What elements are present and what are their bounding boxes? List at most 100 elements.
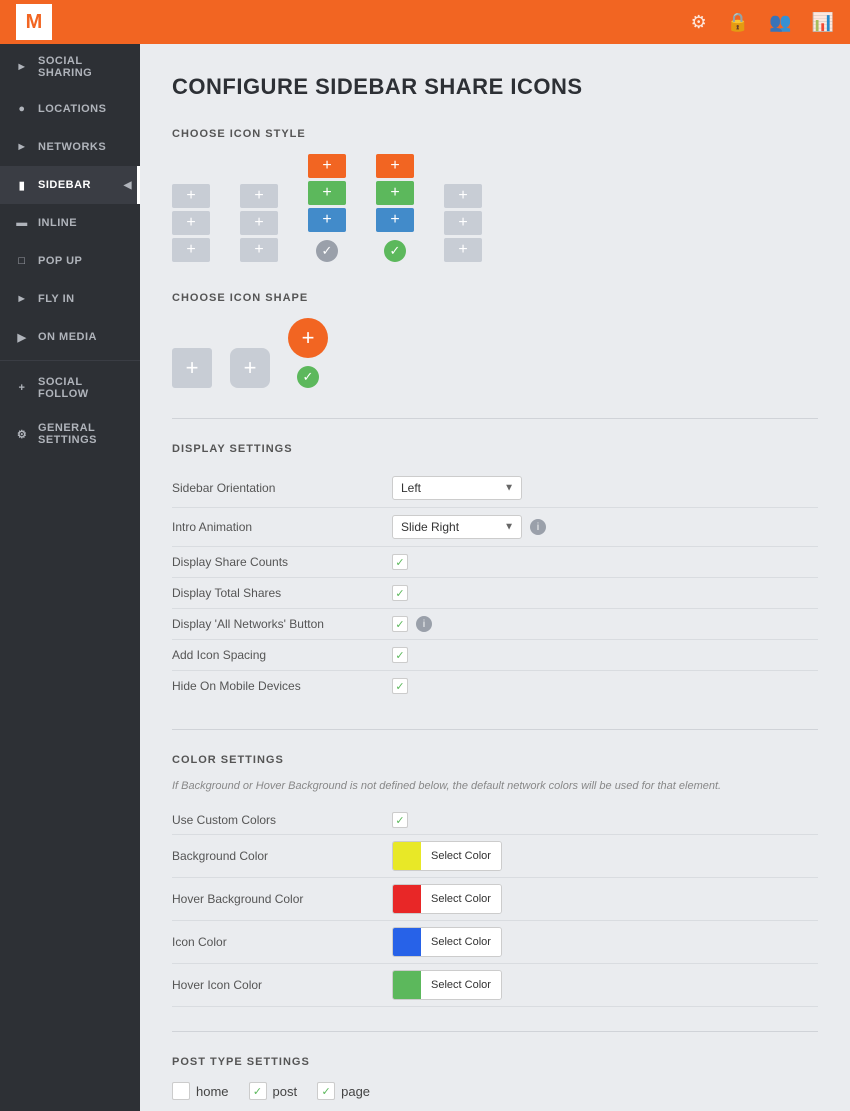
use-custom-checkbox[interactable]: ✓ bbox=[392, 812, 408, 828]
sidebar-item-social-follow[interactable]: + Social Follow bbox=[0, 365, 140, 411]
media-icon: ▶ bbox=[14, 329, 30, 345]
sidebar-item-label: On Media bbox=[38, 331, 97, 343]
icon-btn: + bbox=[240, 184, 278, 208]
users-icon[interactable]: 👥 bbox=[769, 12, 791, 33]
sidebar-item-locations[interactable]: ● Locations bbox=[0, 90, 140, 128]
sidebar-item-on-media[interactable]: ▶ On Media bbox=[0, 318, 140, 356]
layout: ► Social Sharing ● Locations ► Networks … bbox=[0, 44, 850, 1111]
icon-btn: + bbox=[376, 181, 414, 205]
icon-color-picker[interactable]: Select Color bbox=[392, 927, 502, 957]
hover-bg-text: Select Color bbox=[421, 885, 501, 913]
network-icon: ► bbox=[14, 139, 30, 155]
icon-style-5[interactable]: + + + bbox=[444, 184, 482, 262]
color-row-hover-bg: Hover Background Color Select Color bbox=[172, 878, 818, 921]
shape-item-1[interactable]: + bbox=[172, 348, 212, 388]
post-type-settings-label: POST TYPE SETTINGS bbox=[172, 1056, 818, 1068]
hide-mobile-label: Hide On Mobile Devices bbox=[172, 679, 392, 693]
animation-info-icon[interactable]: i bbox=[530, 519, 546, 535]
sidebar-item-label: Inline bbox=[38, 217, 77, 229]
icon-stack-3: + + + bbox=[308, 154, 346, 232]
page-checkbox[interactable]: ✓ bbox=[317, 1082, 335, 1100]
icon-stack-5: + + + bbox=[444, 184, 482, 262]
sidebar-item-label: Social Follow bbox=[38, 376, 126, 400]
icon-color-text: Select Color bbox=[421, 928, 501, 956]
hover-bg-color-picker[interactable]: Select Color bbox=[392, 884, 502, 914]
shape-circle-btn: + bbox=[288, 318, 328, 358]
sidebar-item-label: Social Sharing bbox=[38, 55, 126, 79]
sidebar-icon: ▮ bbox=[14, 177, 30, 193]
icon-btn: + bbox=[172, 211, 210, 235]
orientation-dropdown-wrapper: Left Right ▼ bbox=[392, 476, 522, 500]
post-label: post bbox=[273, 1084, 298, 1099]
icon-btn: + bbox=[444, 184, 482, 208]
sidebar-item-general-settings[interactable]: ⚙ General Settings bbox=[0, 411, 140, 457]
post-checkbox[interactable]: ✓ bbox=[249, 1082, 267, 1100]
icon-btn: + bbox=[376, 154, 414, 178]
header-icons: ⚙ 🔒 👥 📊 bbox=[691, 12, 834, 33]
share-counts-checkbox[interactable]: ✓ bbox=[392, 554, 408, 570]
sidebar-item-inline[interactable]: ▬ Inline bbox=[0, 204, 140, 242]
post-type-post[interactable]: ✓ post bbox=[249, 1082, 298, 1100]
section-divider-3 bbox=[172, 1031, 818, 1032]
shape-item-2[interactable]: + bbox=[230, 348, 270, 388]
sidebar-item-popup[interactable]: □ Pop Up bbox=[0, 242, 140, 280]
icon-style-2[interactable]: + + + bbox=[240, 184, 278, 262]
sidebar-item-label: Locations bbox=[38, 103, 106, 115]
post-type-home[interactable]: home bbox=[172, 1082, 229, 1100]
page-title: CONFIGURE SIDEBAR SHARE ICONS bbox=[172, 74, 818, 100]
share-counts-control: ✓ bbox=[392, 554, 408, 570]
icon-shape-grid: + + + ✓ bbox=[172, 318, 818, 388]
sidebar-item-networks[interactable]: ► Networks bbox=[0, 128, 140, 166]
icon-style-3[interactable]: + + + ✓ bbox=[308, 154, 346, 262]
sidebar-divider bbox=[0, 360, 140, 361]
color-row-bg: Background Color Select Color bbox=[172, 835, 818, 878]
hide-mobile-checkbox[interactable]: ✓ bbox=[392, 678, 408, 694]
icon-spacing-control: ✓ bbox=[392, 647, 408, 663]
all-networks-checkbox[interactable]: ✓ bbox=[392, 616, 408, 632]
animation-dropdown-wrapper: Slide Right Slide Left Fade In None ▼ bbox=[392, 515, 522, 539]
settings-row-hide-mobile: Hide On Mobile Devices ✓ bbox=[172, 671, 818, 701]
icon-style-4[interactable]: + + + ✓ bbox=[376, 154, 414, 262]
sidebar-item-sidebar[interactable]: ▮ Sidebar ◀ bbox=[0, 166, 140, 204]
bg-color-text: Select Color bbox=[421, 842, 501, 870]
settings-row-all-networks: Display 'All Networks' Button ✓ i bbox=[172, 609, 818, 640]
sidebar-item-social-sharing[interactable]: ► Social Sharing bbox=[0, 44, 140, 90]
orientation-select[interactable]: Left Right bbox=[392, 476, 522, 500]
all-networks-info-icon[interactable]: i bbox=[416, 616, 432, 632]
hide-mobile-control: ✓ bbox=[392, 678, 408, 694]
settings-row-animation: Intro Animation Slide Right Slide Left F… bbox=[172, 508, 818, 547]
home-checkbox[interactable] bbox=[172, 1082, 190, 1100]
icon-spacing-label: Add Icon Spacing bbox=[172, 648, 392, 662]
animation-label: Intro Animation bbox=[172, 520, 392, 534]
icon-btn: + bbox=[308, 154, 346, 178]
lock-icon[interactable]: 🔒 bbox=[727, 12, 749, 33]
check-badge-green: ✓ bbox=[384, 240, 406, 262]
color-settings-label: COLOR SETTINGS bbox=[172, 754, 818, 766]
icon-spacing-checkbox[interactable]: ✓ bbox=[392, 647, 408, 663]
chart-icon[interactable]: 📊 bbox=[812, 12, 834, 33]
share-icon: ► bbox=[14, 59, 30, 75]
sidebar-arrow-icon: ◀ bbox=[124, 180, 132, 191]
icon-stack-1: + + + bbox=[172, 184, 210, 262]
check-badge-gray: ✓ bbox=[316, 240, 338, 262]
post-type-page[interactable]: ✓ page bbox=[317, 1082, 370, 1100]
total-shares-checkbox[interactable]: ✓ bbox=[392, 585, 408, 601]
settings-icon: ⚙ bbox=[14, 426, 30, 442]
sidebar-item-fly-in[interactable]: ► Fly In bbox=[0, 280, 140, 318]
animation-select[interactable]: Slide Right Slide Left Fade In None bbox=[392, 515, 522, 539]
hover-icon-color-picker[interactable]: Select Color bbox=[392, 970, 502, 1000]
sidebar-item-label: Fly In bbox=[38, 293, 75, 305]
settings-row-icon-spacing: Add Icon Spacing ✓ bbox=[172, 640, 818, 671]
hover-bg-swatch bbox=[393, 885, 421, 913]
location-icon: ● bbox=[14, 101, 30, 117]
gear-icon[interactable]: ⚙ bbox=[691, 12, 707, 33]
use-custom-label: Use Custom Colors bbox=[172, 813, 392, 827]
shape-item-3[interactable]: + ✓ bbox=[288, 318, 328, 388]
section-divider-2 bbox=[172, 729, 818, 730]
bg-color-picker[interactable]: Select Color bbox=[392, 841, 502, 871]
icon-style-1[interactable]: + + + bbox=[172, 184, 210, 262]
all-networks-control: ✓ i bbox=[392, 616, 432, 632]
display-settings-section: Sidebar Orientation Left Right ▼ Intro A… bbox=[172, 469, 818, 701]
icon-btn: + bbox=[444, 238, 482, 262]
display-settings-label: DISPLAY SETTINGS bbox=[172, 443, 818, 455]
